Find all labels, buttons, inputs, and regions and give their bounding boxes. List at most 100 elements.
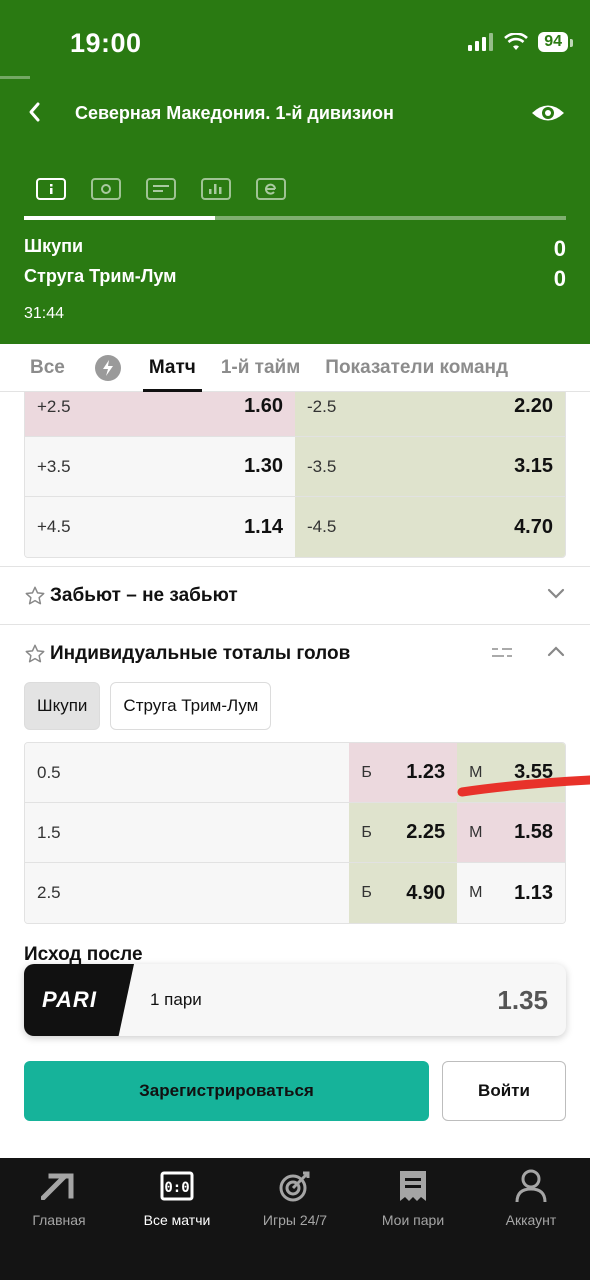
svg-text:0:0: 0:0 xyxy=(164,1180,189,1196)
pari-logo: PARI xyxy=(24,964,134,1036)
chevron-left-icon xyxy=(29,102,40,122)
betslip-odds: 1.35 xyxy=(497,984,548,1015)
register-button[interactable]: Зарегистрироваться xyxy=(24,1061,429,1121)
odd-value: 1.60 xyxy=(244,395,283,417)
match-clock: 31:44 xyxy=(24,305,65,322)
nav-label: Все матчи xyxy=(143,1212,211,1228)
under-label: М xyxy=(469,823,483,841)
lineup-tab[interactable] xyxy=(146,178,176,200)
info-tab[interactable] xyxy=(36,178,66,200)
back-button[interactable] xyxy=(20,96,48,128)
nav-all-matches[interactable]: 0:0 Все матчи xyxy=(118,1158,236,1280)
odd-value: 1.30 xyxy=(244,455,283,477)
odd-label: +4.5 xyxy=(37,517,71,536)
odd-value: 4.90 xyxy=(406,881,446,904)
stats-tab[interactable] xyxy=(201,178,231,200)
betslip-bar[interactable]: PARI 1 пари 1.35 xyxy=(24,964,566,1036)
total-line: 2.5 xyxy=(25,863,350,923)
chevron-down-icon[interactable] xyxy=(546,586,566,600)
odd-cell[interactable]: -3.5 3.15 xyxy=(295,437,565,496)
status-icons: 94 xyxy=(468,32,573,52)
divider xyxy=(0,566,590,567)
team-tab-away[interactable]: Струга Трим-Лум xyxy=(110,682,272,730)
under-cell[interactable]: М 1.13 xyxy=(457,863,565,923)
odd-label: -4.5 xyxy=(307,517,337,536)
odd-cell[interactable]: +4.5 1.14 xyxy=(25,497,295,557)
betslip-count: 1 пари xyxy=(150,990,202,1009)
section-title: Индивидуальные тоталы голов xyxy=(50,643,351,664)
header-tab-indicator xyxy=(24,216,566,220)
handicap-table: +2.5 1.60 -2.5 2.20 +3.5 1.30 -3.5 3.15 … xyxy=(24,392,566,558)
field-icon xyxy=(101,184,111,194)
layout-toggle-icon[interactable] xyxy=(492,646,514,660)
events-icon xyxy=(265,183,276,195)
odd-label: +3.5 xyxy=(37,456,71,476)
under-label: М xyxy=(469,884,483,901)
odd-value: 1.13 xyxy=(514,881,553,904)
nav-home[interactable]: Главная xyxy=(0,1158,118,1280)
table-row: +4.5 1.14 -4.5 4.70 xyxy=(25,497,565,557)
battery-badge: 94 xyxy=(538,32,573,52)
team-name: Струга Трим-Лум xyxy=(24,266,177,286)
red-underline-mark xyxy=(457,775,590,797)
field-tab[interactable] xyxy=(91,178,121,200)
team-row-home: Шкупи 0 xyxy=(24,236,566,262)
odd-value: 4.70 xyxy=(514,515,553,538)
receipt-icon xyxy=(400,1171,426,1201)
nav-label: Аккаунт xyxy=(505,1212,557,1228)
status-time: 19:00 xyxy=(70,28,142,58)
star-icon[interactable] xyxy=(24,643,46,665)
team-tab-home[interactable]: Шкупи xyxy=(24,682,101,730)
arrow-logo-icon xyxy=(41,1173,74,1200)
over-cell[interactable]: Б 2.25 xyxy=(349,803,458,862)
signal-icon xyxy=(468,33,494,51)
over-label: Б xyxy=(361,763,372,781)
totals-table: 0.5 Б 1.23 М 3.55 1.5 Б 2.25 М 1.58 2.5 xyxy=(24,742,566,924)
markets-content: +2.5 1.60 -2.5 2.20 +3.5 1.30 -3.5 3.15 … xyxy=(0,392,590,1158)
odd-cell[interactable]: +2.5 1.60 xyxy=(25,392,295,436)
odd-cell[interactable]: -4.5 4.70 xyxy=(295,497,565,557)
odd-value: 1.14 xyxy=(244,515,283,538)
odd-cell[interactable]: -2.5 2.20 xyxy=(295,392,565,436)
total-line: 0.5 xyxy=(25,743,350,802)
tab-team-stats[interactable]: Показатели команд xyxy=(325,344,508,392)
odd-label: -3.5 xyxy=(307,456,337,476)
team-name: Шкупи xyxy=(24,236,84,256)
over-label: Б xyxy=(361,884,372,901)
nav-account[interactable]: Аккаунт xyxy=(472,1158,590,1280)
nav-label: Главная xyxy=(32,1212,86,1228)
league-title: Северная Македония. 1-й дивизион xyxy=(75,103,394,123)
bar-chart-icon xyxy=(209,184,222,194)
section-both-score[interactable]: Забьют – не забьют xyxy=(24,576,566,616)
section-individual-totals[interactable]: Индивидуальные тоталы голов xyxy=(24,634,566,674)
login-button[interactable]: Войти xyxy=(442,1061,566,1121)
lightning-icon xyxy=(94,354,121,381)
eye-icon xyxy=(532,105,564,121)
section-next-outcome[interactable]: Исход после xyxy=(24,944,143,966)
odd-cell[interactable]: +3.5 1.30 xyxy=(25,437,295,496)
star-icon[interactable] xyxy=(24,585,46,607)
team-score: 0 xyxy=(553,236,566,261)
chevron-up-icon[interactable] xyxy=(546,644,566,658)
team-selector: Шкупи Струга Трим-Лум xyxy=(24,682,272,730)
tab-boost[interactable] xyxy=(94,344,121,392)
events-tab[interactable] xyxy=(256,178,286,200)
odd-value: 2.25 xyxy=(406,821,446,843)
user-icon xyxy=(515,1169,547,1203)
tab-match[interactable]: Матч xyxy=(142,344,202,392)
odd-value: 1.23 xyxy=(406,761,446,783)
nav-my-bets[interactable]: Мои пари xyxy=(354,1158,472,1280)
target-icon xyxy=(279,1171,310,1202)
over-cell[interactable]: Б 1.23 xyxy=(349,743,458,802)
table-row: +2.5 1.60 -2.5 2.20 xyxy=(25,392,565,437)
list-icon xyxy=(153,185,169,192)
table-row: +3.5 1.30 -3.5 3.15 xyxy=(25,437,565,497)
tab-all[interactable]: Все xyxy=(30,344,65,392)
tab-first-half[interactable]: 1-й тайм xyxy=(221,344,300,392)
divider xyxy=(0,624,590,625)
total-line: 1.5 xyxy=(25,803,350,862)
nav-games[interactable]: Игры 24/7 xyxy=(236,1158,354,1280)
watch-button[interactable] xyxy=(530,98,566,128)
over-cell[interactable]: Б 4.90 xyxy=(349,863,458,923)
market-tabs: Все Матч 1-й тайм Показатели команд xyxy=(0,344,590,392)
